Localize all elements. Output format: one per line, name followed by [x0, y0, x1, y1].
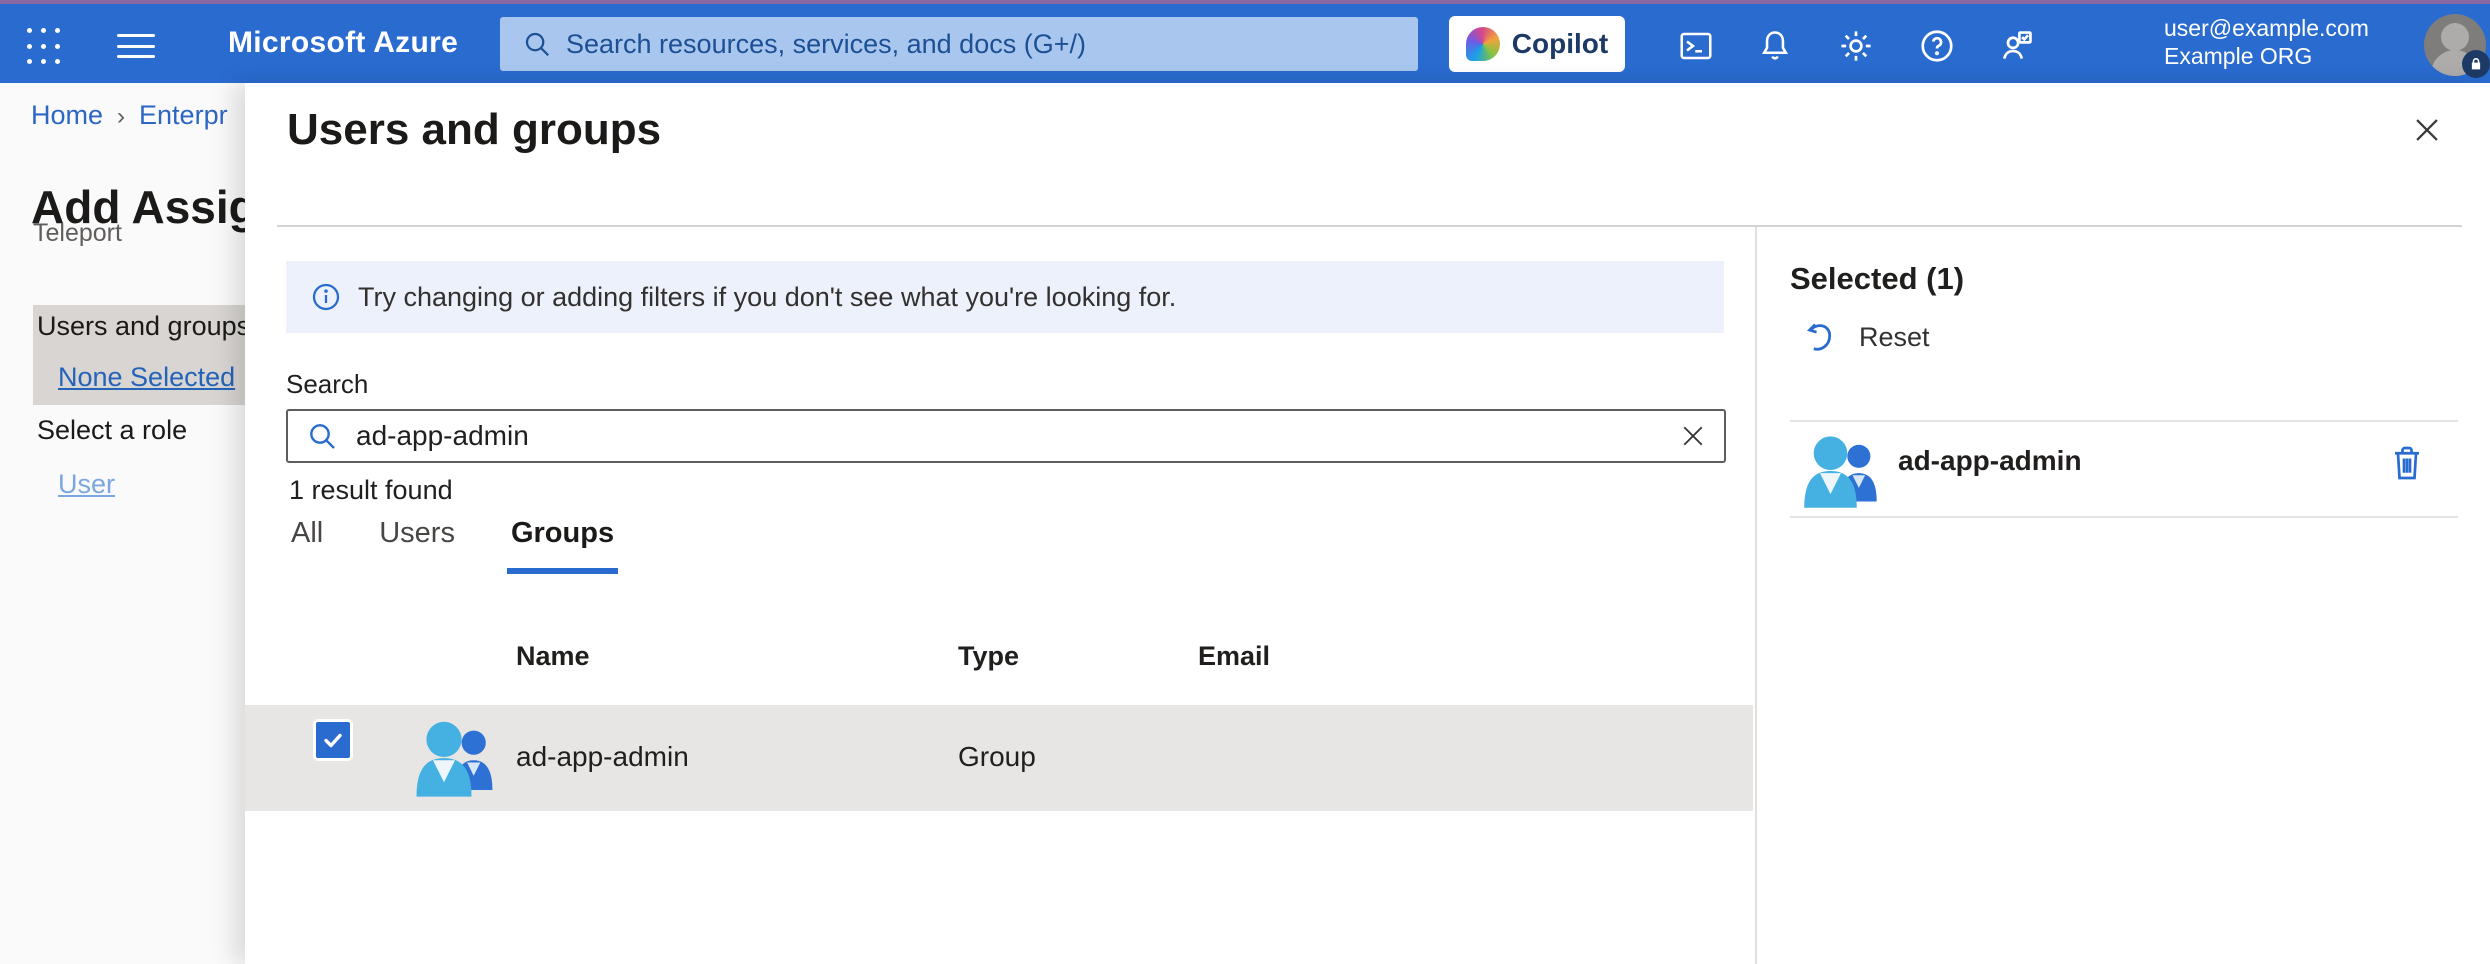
reset-label: Reset: [1859, 322, 1930, 353]
row-checkbox[interactable]: [313, 719, 353, 761]
info-banner: Try changing or adding filters if you do…: [286, 261, 1724, 333]
group-icon: [1801, 428, 1881, 512]
panel-search-input[interactable]: ad-app-admin: [286, 409, 1726, 463]
search-label: Search: [286, 369, 368, 400]
group-icon: [413, 713, 497, 801]
selected-divider-bottom: [1790, 516, 2458, 518]
breadcrumb-current-link[interactable]: Enterpr: [139, 100, 228, 130]
table-header: Name Type Email: [245, 631, 1753, 691]
tab-all[interactable]: All: [291, 517, 323, 564]
vertical-divider: [1755, 227, 1757, 964]
tab-users[interactable]: Users: [379, 517, 455, 564]
selected-divider-top: [1790, 420, 2458, 422]
copilot-icon: [1466, 27, 1500, 61]
app-launcher-icon[interactable]: [27, 28, 63, 64]
column-header-name: Name: [516, 641, 590, 672]
account-org: Example ORG: [2164, 42, 2369, 70]
search-value: ad-app-admin: [356, 420, 1660, 452]
breadcrumb: Home › Enterpr: [31, 100, 228, 131]
result-count: 1 result found: [289, 475, 453, 506]
breadcrumb-chevron-icon: ›: [117, 103, 125, 130]
copilot-label: Copilot: [1512, 28, 1608, 60]
search-icon: [522, 29, 552, 59]
delete-icon[interactable]: [2385, 439, 2429, 487]
checkmark-icon: [321, 728, 345, 752]
brand-title[interactable]: Microsoft Azure: [228, 26, 458, 60]
table-row[interactable]: ad-app-admin Group: [245, 705, 1753, 811]
account-info[interactable]: user@example.com Example ORG: [2164, 14, 2369, 70]
search-icon: [306, 420, 338, 452]
global-search-input[interactable]: Search resources, services, and docs (G+…: [500, 17, 1418, 71]
users-groups-value-link[interactable]: None Selected: [58, 362, 235, 393]
info-icon: [310, 281, 342, 313]
global-search-placeholder: Search resources, services, and docs (G+…: [566, 29, 1086, 60]
close-icon[interactable]: [2405, 108, 2449, 152]
users-groups-panel: Users and groups Try changing or adding …: [245, 83, 2490, 964]
breadcrumb-home-link[interactable]: Home: [31, 100, 103, 130]
select-role-label: Select a role: [37, 415, 187, 446]
lock-icon: [2462, 50, 2490, 78]
reset-button[interactable]: Reset: [1803, 319, 1930, 355]
title-divider: [277, 225, 2462, 227]
info-banner-text: Try changing or adding filters if you do…: [358, 282, 1176, 313]
azure-portal: Microsoft Azure Search resources, servic…: [0, 0, 2490, 964]
role-value-link[interactable]: User: [58, 469, 115, 500]
column-header-email: Email: [1198, 641, 1270, 672]
column-header-type: Type: [958, 641, 1019, 672]
avatar[interactable]: [2424, 14, 2486, 76]
cloud-shell-icon[interactable]: [1676, 26, 1716, 66]
row-cell-name: ad-app-admin: [516, 741, 689, 773]
menu-icon[interactable]: [117, 34, 155, 58]
settings-icon[interactable]: [1836, 26, 1876, 66]
topbar: Microsoft Azure Search resources, servic…: [0, 4, 2490, 83]
help-icon[interactable]: [1917, 26, 1957, 66]
undo-icon: [1803, 319, 1837, 355]
selected-item-name: ad-app-admin: [1898, 445, 2082, 477]
account-email: user@example.com: [2164, 14, 2369, 42]
users-groups-label: Users and groups: [37, 311, 250, 342]
tab-groups[interactable]: Groups: [511, 517, 614, 564]
row-cell-type: Group: [958, 741, 1036, 773]
notifications-icon[interactable]: [1755, 26, 1795, 66]
copilot-button[interactable]: Copilot: [1449, 16, 1625, 72]
selected-heading: Selected (1): [1790, 261, 1964, 297]
page-subtitle: Teleport: [33, 219, 122, 248]
tabs: All Users Groups: [291, 517, 614, 564]
panel-title: Users and groups: [287, 105, 661, 155]
clear-search-icon[interactable]: [1660, 421, 1708, 451]
feedback-icon[interactable]: [1997, 26, 2037, 66]
